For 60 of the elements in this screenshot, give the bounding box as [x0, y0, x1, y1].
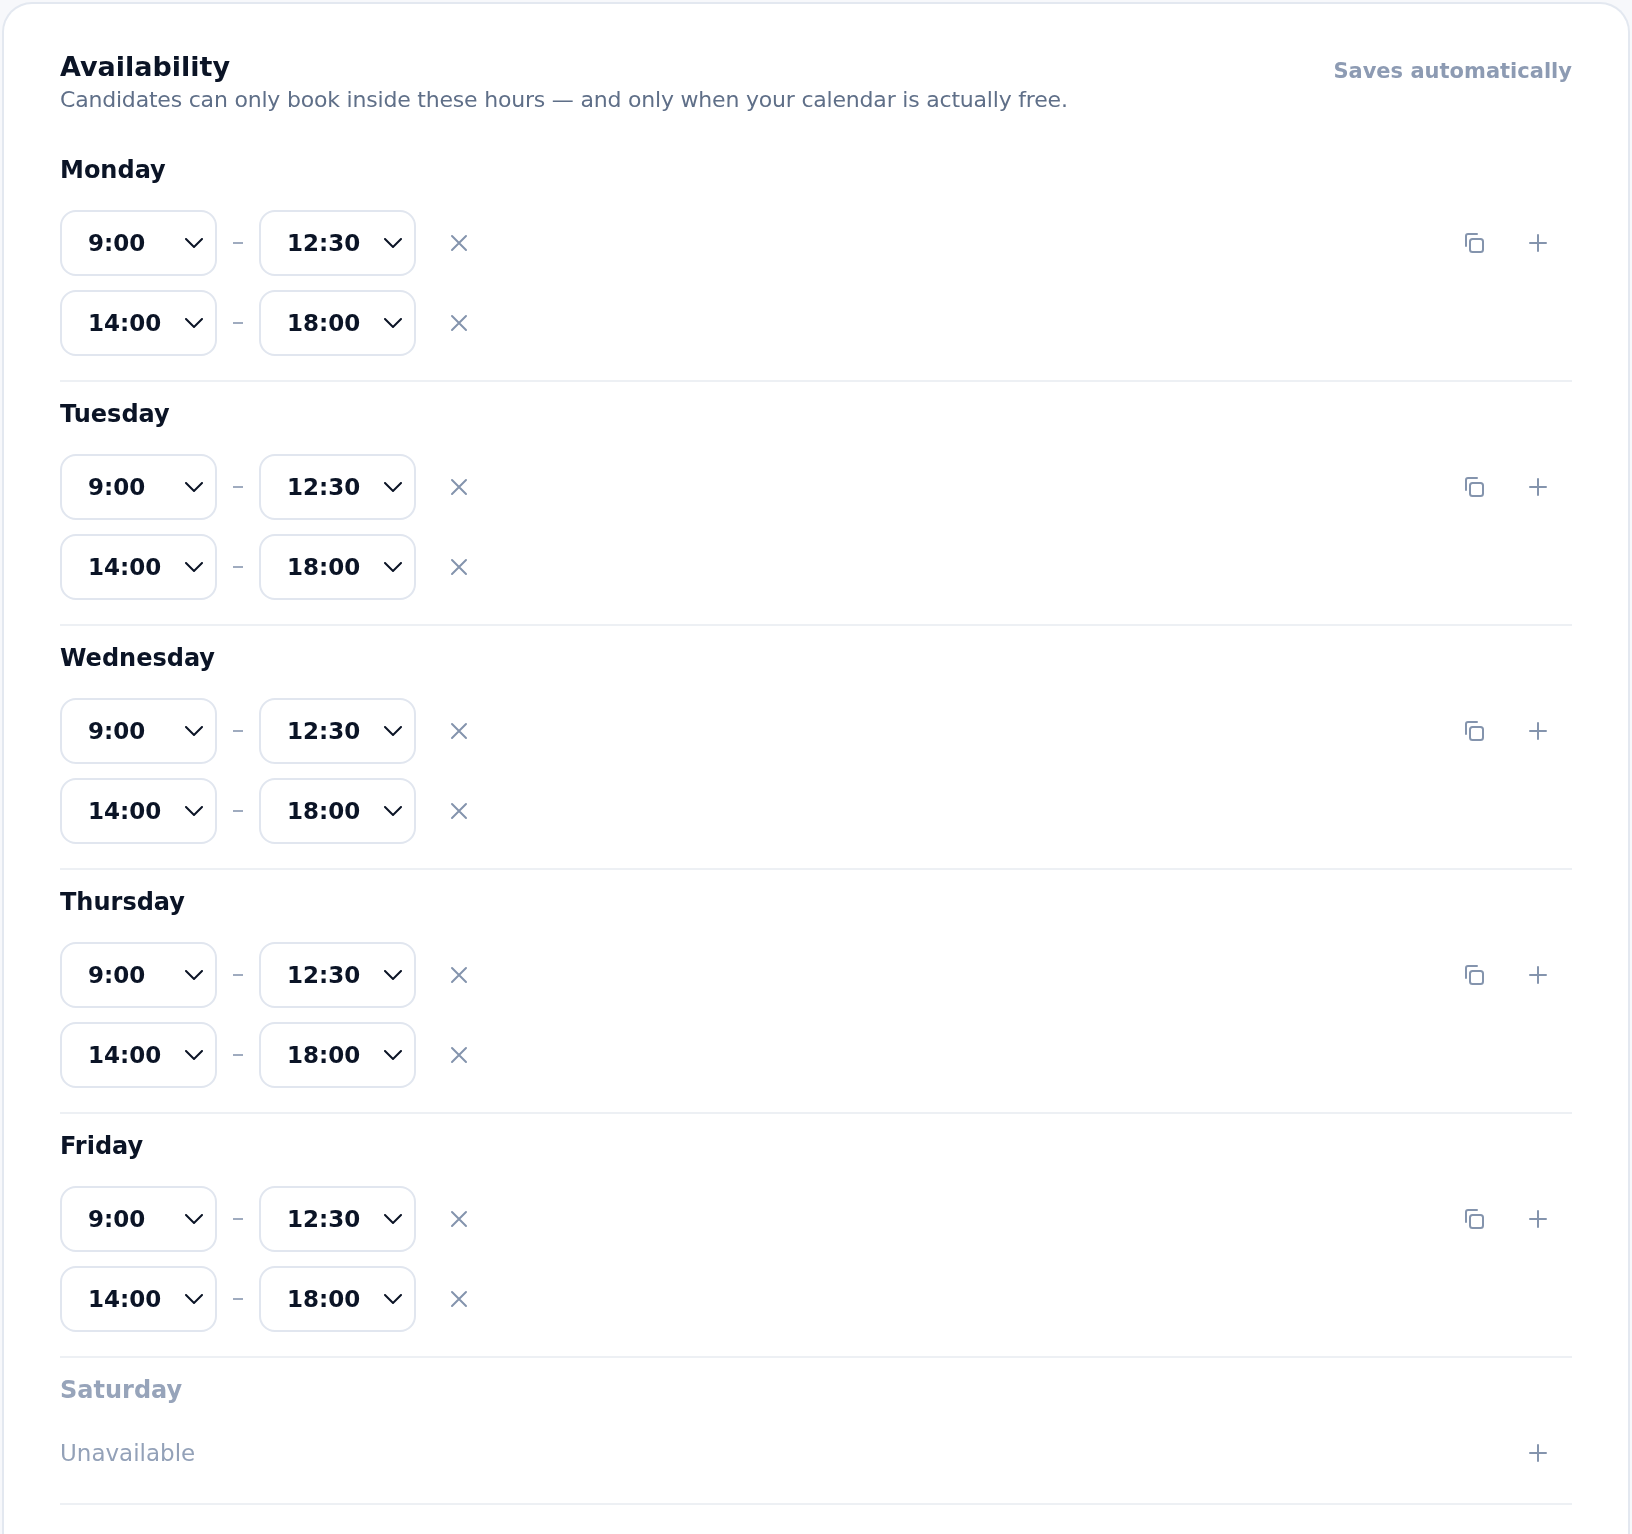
day-name: Tuesday — [60, 399, 171, 430]
time-select[interactable]: 12:30 — [259, 942, 416, 1008]
chevron-down-icon — [384, 318, 402, 328]
chevron-down-icon — [185, 1050, 203, 1060]
save-status: Saves automatically — [1333, 58, 1572, 85]
day-name: Saturday — [60, 1375, 184, 1406]
chevron-down-icon — [384, 970, 402, 980]
chevron-down-icon — [185, 238, 203, 248]
time-select[interactable]: 12:30 — [259, 698, 416, 764]
chevron-down-icon — [384, 238, 402, 248]
range-dash — [233, 730, 243, 732]
time-select[interactable]: 9:00 — [60, 210, 217, 276]
chevron-down-icon — [185, 970, 203, 980]
chevron-down-icon — [384, 482, 402, 492]
chevron-down-icon — [384, 1294, 402, 1304]
range-dash — [233, 486, 243, 488]
time-select[interactable]: 12:30 — [259, 454, 416, 520]
chevron-down-icon — [185, 318, 203, 328]
range-dash — [233, 1054, 243, 1056]
time-select[interactable]: 14:00 — [60, 1266, 217, 1332]
range-dash — [233, 974, 243, 976]
chevron-down-icon — [185, 726, 203, 736]
time-select[interactable]: 14:00 — [60, 290, 217, 356]
day-name: Monday — [60, 155, 167, 186]
time-select[interactable]: 14:00 — [60, 534, 217, 600]
time-select[interactable]: 14:00 — [60, 778, 217, 844]
day-name: Thursday — [60, 887, 186, 918]
time-select[interactable]: 9:00 — [60, 454, 217, 520]
chevron-down-icon — [185, 1294, 203, 1304]
time-select[interactable]: 18:00 — [259, 1022, 416, 1088]
time-select[interactable]: 12:30 — [259, 1186, 416, 1252]
time-select[interactable]: 9:00 — [60, 1186, 217, 1252]
chevron-down-icon — [185, 806, 203, 816]
day-name: Wednesday — [60, 643, 216, 674]
time-select[interactable]: 12:30 — [259, 210, 416, 276]
range-dash — [233, 242, 243, 244]
section-description: Candidates can only book inside these hours — and only when your calendar is actually free. — [60, 86, 1068, 114]
range-dash — [233, 1218, 243, 1220]
range-dash — [233, 810, 243, 812]
time-select[interactable]: 9:00 — [60, 942, 217, 1008]
chevron-down-icon — [185, 482, 203, 492]
chevron-down-icon — [384, 562, 402, 572]
chevron-down-icon — [384, 726, 402, 736]
chevron-down-icon — [384, 1214, 402, 1224]
range-dash — [233, 1298, 243, 1300]
time-select[interactable]: 18:00 — [259, 290, 416, 356]
chevron-down-icon — [185, 1214, 203, 1224]
time-select[interactable]: 9:00 — [60, 698, 217, 764]
unavailable-label: Unavailable — [60, 1439, 196, 1468]
time-select[interactable]: 18:00 — [259, 778, 416, 844]
range-dash — [233, 322, 243, 324]
range-dash — [233, 566, 243, 568]
time-select[interactable]: 18:00 — [259, 1266, 416, 1332]
chevron-down-icon — [185, 562, 203, 572]
day-name: Friday — [60, 1131, 145, 1162]
time-select[interactable]: 14:00 — [60, 1022, 217, 1088]
section-title: Availability — [60, 50, 232, 84]
time-select[interactable]: 18:00 — [259, 534, 416, 600]
chevron-down-icon — [384, 1050, 402, 1060]
chevron-down-icon — [384, 806, 402, 816]
